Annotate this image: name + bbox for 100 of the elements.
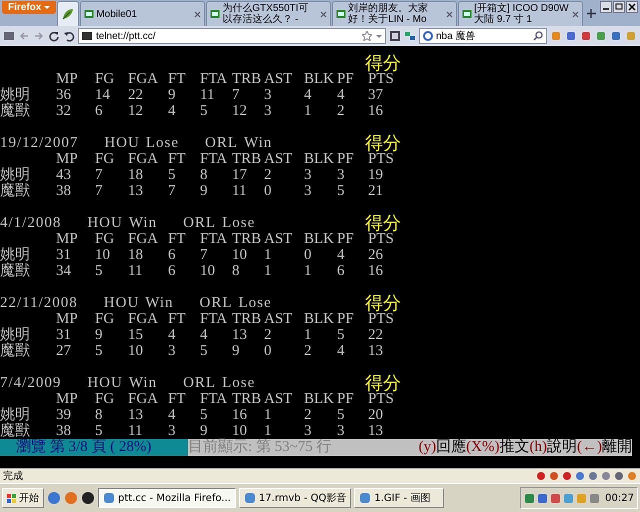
tray-icon[interactable] xyxy=(563,492,574,504)
stat-value: 27 xyxy=(56,343,72,359)
stat-value: 3 xyxy=(304,167,312,183)
stat-value: 8 xyxy=(95,407,104,423)
search-icon[interactable] xyxy=(533,31,543,41)
stat-value: 39 xyxy=(56,407,72,423)
score-heading: 得分 xyxy=(365,55,401,71)
addon-icon[interactable] xyxy=(389,30,401,42)
stat-value: 3 xyxy=(264,103,272,119)
stat-value: 5 xyxy=(200,407,208,423)
caret-icon[interactable] xyxy=(376,34,382,38)
column-header: MP xyxy=(56,391,79,407)
browser-tab[interactable]: [开箱文] ICOO D90W 大陆 9.7 寸 1 xyxy=(458,1,584,26)
stat-value: 4 xyxy=(337,343,346,359)
stat-value: 5 xyxy=(95,343,104,359)
stat-value: 3 xyxy=(304,423,312,439)
player-name: 姚明 xyxy=(0,247,31,263)
stat-value: 7 xyxy=(95,167,104,183)
game-result: Lose xyxy=(238,295,272,311)
stat-value: 8 xyxy=(232,263,240,279)
key-hint: (h) xyxy=(530,439,547,456)
stat-value: 7 xyxy=(232,87,240,103)
tray-icon[interactable] xyxy=(537,492,548,504)
stat-value: 4 xyxy=(168,327,176,343)
player-name: 魔獸 xyxy=(0,103,31,119)
quick-launch-icon[interactable] xyxy=(81,491,95,505)
team-name: HOU xyxy=(87,215,123,231)
key-action: 說明 xyxy=(547,439,577,456)
stat-value: 19 xyxy=(368,167,384,183)
taskbar-button[interactable]: 1.GIF - 画图 xyxy=(354,488,444,508)
stat-value: 1 xyxy=(304,103,312,119)
toolbar-icon[interactable] xyxy=(610,30,622,42)
stat-value: 3 xyxy=(168,343,176,359)
column-header: BLK xyxy=(304,71,335,87)
column-header: FT xyxy=(168,311,187,327)
maximize-icon[interactable] xyxy=(613,1,626,13)
stat-value: 3 xyxy=(337,423,346,439)
column-header: MP xyxy=(56,231,79,247)
stat-value: 26 xyxy=(368,247,384,263)
stat-value: 5 xyxy=(200,343,208,359)
page-icon xyxy=(210,9,220,19)
stat-value: 4 xyxy=(337,247,346,263)
key-hint: (X%) xyxy=(466,439,500,456)
browser-tab[interactable]: 为什么GTX550TI可以存活这么久？ - xyxy=(206,1,332,26)
browser-tab[interactable]: Mobile01 xyxy=(80,1,206,26)
stat-value: 37 xyxy=(368,87,384,103)
column-header: BLK xyxy=(304,391,335,407)
undo-arrow-icon[interactable] xyxy=(63,30,75,42)
team-name: HOU xyxy=(87,375,123,391)
page-icon xyxy=(462,9,472,19)
tray-icon[interactable] xyxy=(550,492,562,504)
column-header: TRB xyxy=(232,231,262,247)
stat-value: 5 xyxy=(168,167,176,183)
game-result: Lose xyxy=(146,135,180,151)
stat-value: 38 xyxy=(56,423,72,439)
stat-value: 4 xyxy=(337,87,346,103)
stat-value: 11 xyxy=(128,263,144,279)
tray-icon[interactable] xyxy=(524,492,536,504)
taskbar-button[interactable]: 17.rmvb - QQ影音 xyxy=(238,488,352,508)
stat-value: 32 xyxy=(56,103,72,119)
star-icon[interactable] xyxy=(362,31,372,41)
team-name: ORL xyxy=(205,135,238,151)
stat-value: 4 xyxy=(304,87,312,103)
toolbar-icon[interactable] xyxy=(565,30,577,42)
back-arrow-icon[interactable] xyxy=(18,30,30,42)
column-header: FG xyxy=(95,71,116,87)
page-icon xyxy=(336,9,346,19)
stat-value: 21 xyxy=(368,183,384,199)
start-button[interactable]: 开始 xyxy=(2,488,44,508)
stat-value: 3 xyxy=(264,87,272,103)
address-field[interactable]: telnet://ptt.cc/ xyxy=(78,28,386,44)
stat-value: 16 xyxy=(368,263,384,279)
column-header: PTS xyxy=(368,151,394,167)
stat-value: 18 xyxy=(128,167,144,183)
stat-value: 7 xyxy=(200,247,208,263)
tray-icon[interactable] xyxy=(589,492,600,504)
toolbar-icon[interactable] xyxy=(580,30,592,42)
page-icon xyxy=(84,9,94,19)
bookmark-icon[interactable] xyxy=(3,30,15,42)
addon-icon[interactable] xyxy=(404,30,416,42)
toolbar-icon[interactable] xyxy=(595,30,607,42)
minimize-icon[interactable] xyxy=(600,1,612,13)
column-header: PTS xyxy=(368,391,394,407)
stat-value: 20 xyxy=(368,407,384,423)
stat-value: 2 xyxy=(304,407,312,423)
page-icon xyxy=(82,31,92,41)
column-header: BLK xyxy=(304,231,335,247)
reload-icon[interactable] xyxy=(48,30,60,42)
game-result: Lose xyxy=(222,375,256,391)
column-header: FG xyxy=(95,311,116,327)
search-field[interactable]: nba 魔兽 xyxy=(419,28,547,44)
stat-value: 1 xyxy=(304,263,312,279)
stat-value: 15 xyxy=(128,327,144,343)
stat-value: 5 xyxy=(95,263,104,279)
game-result: Win xyxy=(145,295,174,311)
toolbar-icon[interactable] xyxy=(550,30,562,42)
browser-tab[interactable]: 刘岸的朋友。大家好！关于LIN - Mo xyxy=(332,1,458,26)
taskbar-button[interactable]: ptt.cc - Mozilla Firefo... xyxy=(98,488,236,508)
close-icon[interactable] xyxy=(626,1,638,13)
player-name: 魔獸 xyxy=(0,263,31,279)
